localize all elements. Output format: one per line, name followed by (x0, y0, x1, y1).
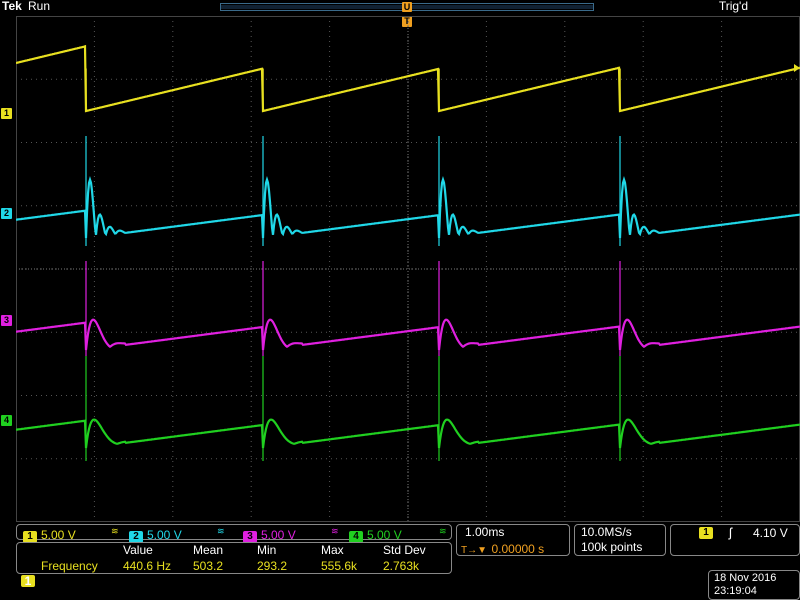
waveform-svg (16, 16, 800, 522)
trigger-level: 4.10 V (753, 526, 788, 540)
date-label: 18 Nov 2016 (714, 572, 777, 584)
measurement-std-dev: 2.763k (383, 559, 420, 573)
brand-label: Tek (2, 0, 22, 13)
measurement-name: Frequency (41, 559, 98, 573)
measurement-max: 555.6k (321, 559, 358, 573)
horizontal-position: T→▼ 0.00000 s (461, 542, 545, 556)
trigger-state: Trig'd (718, 0, 748, 13)
ch1-ground-marker[interactable]: 1 (1, 108, 12, 119)
trigger-box[interactable]: 1 ʃ 4.10 V (670, 524, 800, 556)
bottom-panel: 1 5.00 V ≋ 2 5.00 V ≋ 3 5.00 V ≋ 4 5.00 V ≋ … (0, 522, 800, 600)
rising-edge-icon: ʃ (729, 525, 732, 540)
acquisition-state: Run (28, 0, 51, 13)
time-label: 23:19:04 (714, 585, 757, 597)
meas-source-badge: 1 (21, 575, 35, 587)
horizontal-box[interactable]: 1.00ms T→▼ 0.00000 s (456, 524, 570, 556)
record-length: 100k points (581, 540, 643, 554)
bandwidth-icon: ≋ (439, 526, 447, 536)
bandwidth-icon: ≋ (111, 526, 119, 536)
waveform-display[interactable] (16, 16, 800, 522)
sample-rate: 10.0MS/s (581, 525, 632, 539)
horizontal-scale: 1.00ms (465, 525, 505, 539)
ch2-ground-marker[interactable]: 2 (1, 208, 12, 219)
measurement-box[interactable]: Value Mean Min Max Std Dev 1 Frequency 4… (16, 542, 452, 587)
channel-scale-box[interactable]: 1 5.00 V ≋ 2 5.00 V ≋ 3 5.00 V ≋ 4 5.00 V ≋ (16, 524, 452, 543)
measurement-mean: 503.2 (193, 559, 224, 573)
ch4-ground-marker[interactable]: 4 (1, 415, 12, 426)
acquisition-box[interactable]: 10.0MS/s 100k points (574, 524, 666, 556)
bandwidth-icon: ≋ (217, 526, 225, 536)
trigger-source-badge: 1 (699, 527, 713, 539)
horizontal-position-icon: T→▼ (461, 545, 488, 556)
datetime: 18 Nov 2016 23:19:04 (714, 572, 776, 598)
measurement-value: 440.6 Hz (123, 559, 172, 573)
trigger-position-marker[interactable]: U (402, 2, 412, 12)
graticule (16, 16, 800, 522)
measurement-min: 293.2 (257, 559, 288, 573)
status-bar: Tek Run Trig'd (0, 0, 800, 14)
bandwidth-icon: ≋ (331, 526, 339, 536)
ch3-ground-marker[interactable]: 3 (1, 315, 12, 326)
